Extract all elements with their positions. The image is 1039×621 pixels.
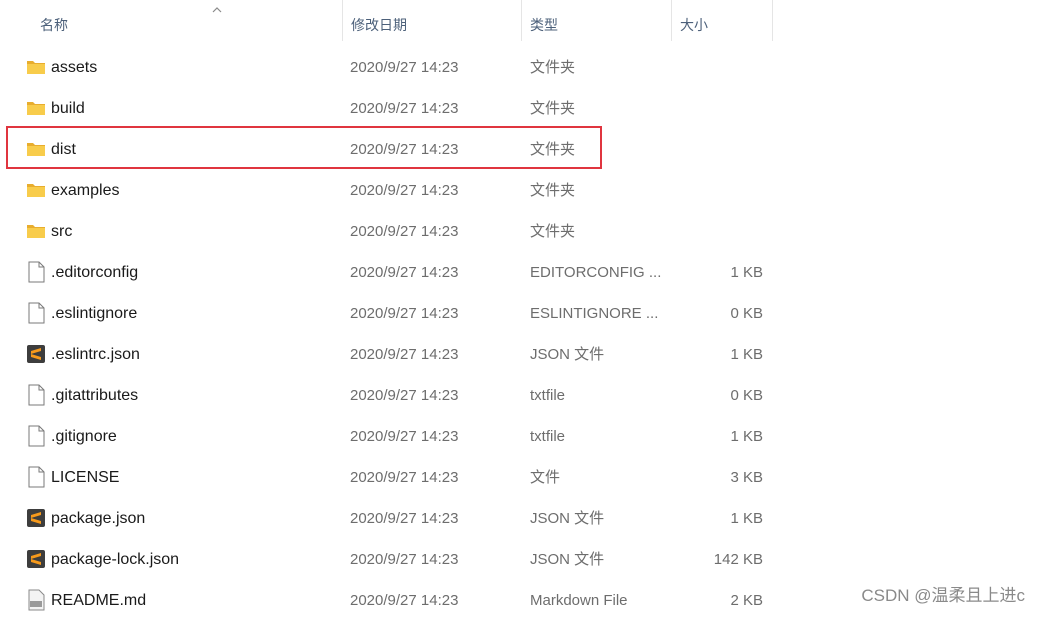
column-header-type-label: 类型 (530, 17, 558, 33)
file-size: 1 KB (730, 264, 763, 281)
file-type: 文件 (530, 469, 561, 486)
file-type: txtfile (530, 428, 566, 445)
column-header-date[interactable]: 修改日期 (343, 0, 522, 41)
file-icon (26, 466, 46, 488)
folder-icon (26, 56, 46, 78)
file-modified-date: 2020/9/27 14:23 (350, 59, 459, 76)
file-icon (26, 302, 46, 324)
file-type: JSON 文件 (530, 346, 605, 363)
file-modified-date: 2020/9/27 14:23 (350, 264, 459, 281)
file-type: 文件夹 (530, 223, 576, 240)
file-icon (26, 261, 46, 283)
file-row[interactable]: LICENSE 2020/9/27 14:23 文件 3 KB (0, 457, 800, 498)
file-size: 0 KB (730, 305, 763, 322)
file-name: build (51, 100, 85, 117)
file-modified-date: 2020/9/27 14:23 (350, 305, 459, 322)
file-name: .eslintrc.json (51, 346, 140, 363)
file-modified-date: 2020/9/27 14:23 (350, 551, 459, 568)
file-modified-date: 2020/9/27 14:23 (350, 510, 459, 527)
file-modified-date: 2020/9/27 14:23 (350, 428, 459, 445)
file-name: .eslintignore (51, 305, 138, 322)
file-modified-date: 2020/9/27 14:23 (350, 223, 459, 240)
column-header-name[interactable]: 名称 (32, 0, 343, 41)
file-name: README.md (51, 592, 147, 609)
file-size: 2 KB (730, 592, 763, 609)
file-row[interactable]: package-lock.json 2020/9/27 14:23 JSON 文件 1… (0, 539, 800, 580)
file-type: 文件夹 (530, 59, 576, 76)
file-type: Markdown File (530, 592, 628, 609)
column-header-size[interactable]: 大小 (672, 0, 773, 41)
file-type: ESLINTIGNORE ... (530, 305, 659, 322)
file-name: LICENSE (51, 469, 120, 486)
file-size: 1 KB (730, 428, 763, 445)
sublime-icon (26, 343, 46, 365)
file-size: 1 KB (730, 510, 763, 527)
file-icon (26, 384, 46, 406)
file-name: .gitignore (51, 428, 117, 445)
file-icon (26, 425, 46, 447)
sublime-icon (26, 548, 46, 570)
file-row[interactable]: build 2020/9/27 14:23 文件夹 (0, 88, 800, 129)
file-row[interactable]: .gitattributes 2020/9/27 14:23 txtfile 0 KB (0, 375, 800, 416)
file-type: JSON 文件 (530, 510, 605, 527)
column-header-size-label: 大小 (680, 17, 708, 33)
file-type: 文件夹 (530, 182, 576, 199)
file-type: EDITORCONFIG ... (530, 264, 662, 281)
file-modified-date: 2020/9/27 14:23 (350, 346, 459, 363)
file-modified-date: 2020/9/27 14:23 (350, 387, 459, 404)
file-row[interactable]: README.md 2020/9/27 14:23 Markdown File 2 K… (0, 580, 800, 621)
file-row[interactable]: assets 2020/9/27 14:23 文件夹 (0, 47, 800, 88)
file-modified-date: 2020/9/27 14:23 (350, 182, 459, 199)
file-row[interactable]: src 2020/9/27 14:23 文件夹 (0, 211, 800, 252)
column-header-date-label: 修改日期 (351, 17, 407, 33)
column-header-type[interactable]: 类型 (522, 0, 672, 41)
file-name: package.json (51, 510, 146, 527)
file-row[interactable]: .eslintrc.json 2020/9/27 14:23 JSON 文件 1 KB (0, 334, 800, 375)
file-size: 3 KB (730, 469, 763, 486)
file-type: JSON 文件 (530, 551, 605, 568)
file-name: assets (51, 59, 98, 76)
highlight-box (6, 126, 602, 169)
file-name: .editorconfig (51, 264, 139, 281)
folder-icon (26, 179, 46, 201)
folder-icon (26, 97, 46, 119)
file-name: .gitattributes (51, 387, 139, 404)
file-name: src (51, 223, 73, 240)
file-name: package-lock.json (51, 551, 180, 568)
column-header-bar: 名称 修改日期 类型 大小 (0, 0, 1039, 44)
sublime-icon (26, 507, 46, 529)
file-type: txtfile (530, 387, 566, 404)
file-size: 142 KB (713, 551, 763, 568)
folder-icon (26, 220, 46, 242)
file-row[interactable]: .gitignore 2020/9/27 14:23 txtfile 1 KB (0, 416, 800, 457)
watermark: CSDN @温柔且上进c (861, 586, 1025, 605)
file-row[interactable]: .eslintignore 2020/9/27 14:23 ESLINTIGNORE… (0, 293, 800, 334)
file-size: 1 KB (730, 346, 763, 363)
file-row[interactable]: package.json 2020/9/27 14:23 JSON 文件 1 KB (0, 498, 800, 539)
file-size: 0 KB (730, 387, 763, 404)
markdown-icon (26, 589, 46, 611)
file-row[interactable]: examples 2020/9/27 14:23 文件夹 (0, 170, 800, 211)
file-row[interactable]: .editorconfig 2020/9/27 14:23 EDITORCONFIG… (0, 252, 800, 293)
file-modified-date: 2020/9/27 14:23 (350, 469, 459, 486)
file-modified-date: 2020/9/27 14:23 (350, 100, 459, 117)
sort-ascending-icon (212, 7, 222, 13)
column-header-name-label: 名称 (40, 17, 68, 33)
file-modified-date: 2020/9/27 14:23 (350, 592, 459, 609)
file-name: examples (51, 182, 120, 199)
file-type: 文件夹 (530, 100, 576, 117)
